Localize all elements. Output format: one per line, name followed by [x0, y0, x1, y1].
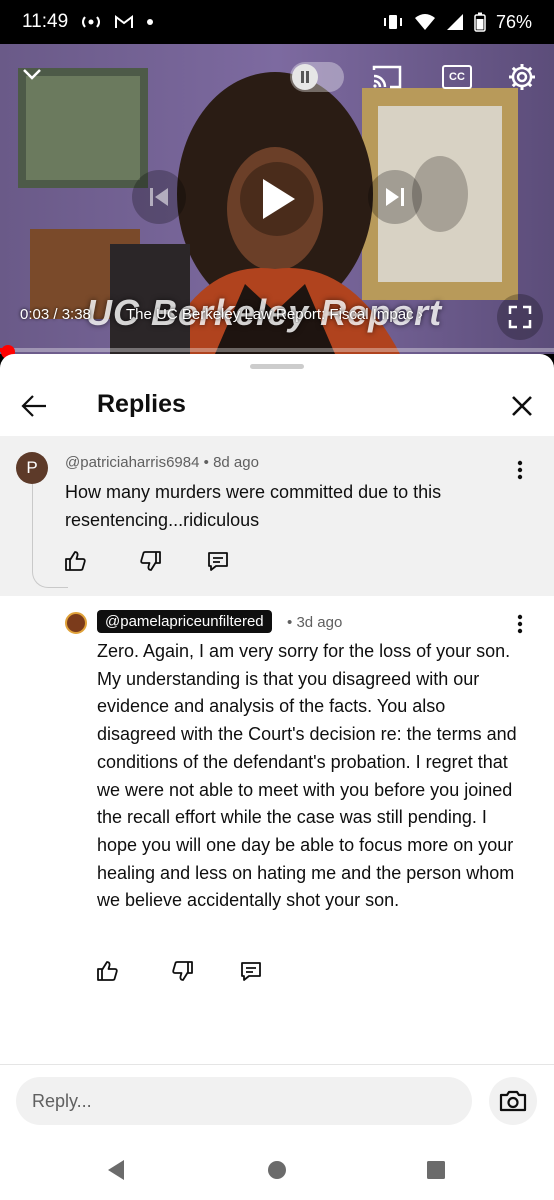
- video-player[interactable]: CC UC Berkeley Report 0:03 / 3:38 The UC…: [0, 44, 554, 354]
- owner-author-badge[interactable]: @pamelapriceunfiltered: [97, 610, 272, 633]
- like-icon[interactable]: [90, 954, 124, 988]
- battery-percent: 76%: [495, 11, 532, 32]
- video-time: 0:03 / 3:38: [20, 306, 91, 323]
- video-title-arrow: ›: [417, 306, 423, 323]
- video-title-text: The UC Berkeley Law Report: Fiscal Impac: [126, 306, 414, 323]
- next-icon[interactable]: [368, 170, 422, 224]
- drag-handle[interactable]: [250, 364, 304, 369]
- video-title[interactable]: The UC Berkeley Law Report: Fiscal Impac…: [126, 306, 456, 323]
- thread-line: [32, 484, 68, 588]
- comment-author[interactable]: @patriciaharris6984: [65, 454, 199, 471]
- vibrate-icon: [382, 14, 404, 30]
- progress-bar[interactable]: [0, 348, 554, 352]
- fullscreen-icon[interactable]: [497, 294, 543, 340]
- comment-meta: @patriciaharris6984 • 8d ago: [65, 454, 259, 471]
- comment-text: Zero. Again, I am very sorry for the los…: [97, 641, 517, 911]
- captions-label: CC: [442, 65, 472, 89]
- settings-icon[interactable]: [505, 60, 539, 94]
- signal-icon: [446, 13, 464, 31]
- camera-icon: [499, 1090, 527, 1112]
- autoplay-toggle[interactable]: [290, 62, 344, 92]
- collapse-icon[interactable]: [18, 60, 46, 88]
- reply-icon[interactable]: [201, 544, 235, 578]
- dislike-icon[interactable]: [134, 544, 168, 578]
- cast-icon[interactable]: [370, 62, 404, 92]
- play-icon[interactable]: [240, 162, 314, 236]
- nav-recents-icon[interactable]: [418, 1152, 454, 1188]
- cast-audio-icon: [80, 15, 102, 29]
- gmail-icon: [114, 14, 134, 30]
- wifi-icon: [414, 13, 436, 31]
- more-options-icon[interactable]: [508, 610, 532, 638]
- comment-text: How many murders were committed due to t…: [65, 482, 442, 530]
- comment-meta: • 3d ago: [287, 614, 342, 631]
- reply-icon[interactable]: [234, 954, 268, 988]
- back-arrow-icon: [21, 395, 46, 417]
- system-nav-bar: [0, 1138, 554, 1200]
- nav-back-icon[interactable]: [98, 1152, 134, 1188]
- nav-home-icon[interactable]: [259, 1152, 295, 1188]
- captions-icon[interactable]: CC: [440, 62, 474, 92]
- replies-sheet: Replies P @patriciaharris6984 • 8d ago H…: [0, 354, 554, 1200]
- more-options-icon[interactable]: [508, 456, 532, 484]
- camera-button[interactable]: [489, 1077, 537, 1125]
- back-button[interactable]: [14, 386, 54, 426]
- battery-icon: [474, 12, 486, 32]
- parent-comment: P @patriciaharris6984 • 8d ago How many …: [0, 436, 554, 596]
- comment-age: 3d ago: [296, 614, 343, 631]
- meta-separator: •: [203, 454, 209, 471]
- avatar[interactable]: P: [16, 452, 48, 484]
- avatar[interactable]: [65, 612, 87, 634]
- dislike-icon[interactable]: [166, 954, 200, 988]
- replies-title: Replies: [97, 390, 186, 418]
- reply-bar: [0, 1064, 554, 1138]
- replies-header: Replies: [0, 376, 554, 434]
- status-bar: 11:49 76%: [0, 0, 554, 44]
- close-button[interactable]: [502, 386, 542, 426]
- close-icon: [512, 396, 532, 416]
- status-time: 11:49: [22, 11, 69, 32]
- meta-separator: •: [287, 614, 293, 631]
- reply-input[interactable]: [16, 1077, 472, 1125]
- pause-icon: [292, 64, 318, 90]
- reply-comment: @pamelapriceunfiltered • 3d ago Zero. Ag…: [0, 596, 554, 1036]
- comment-age: 8d ago: [213, 454, 259, 471]
- dot-icon: [146, 18, 154, 26]
- previous-icon[interactable]: [132, 170, 186, 224]
